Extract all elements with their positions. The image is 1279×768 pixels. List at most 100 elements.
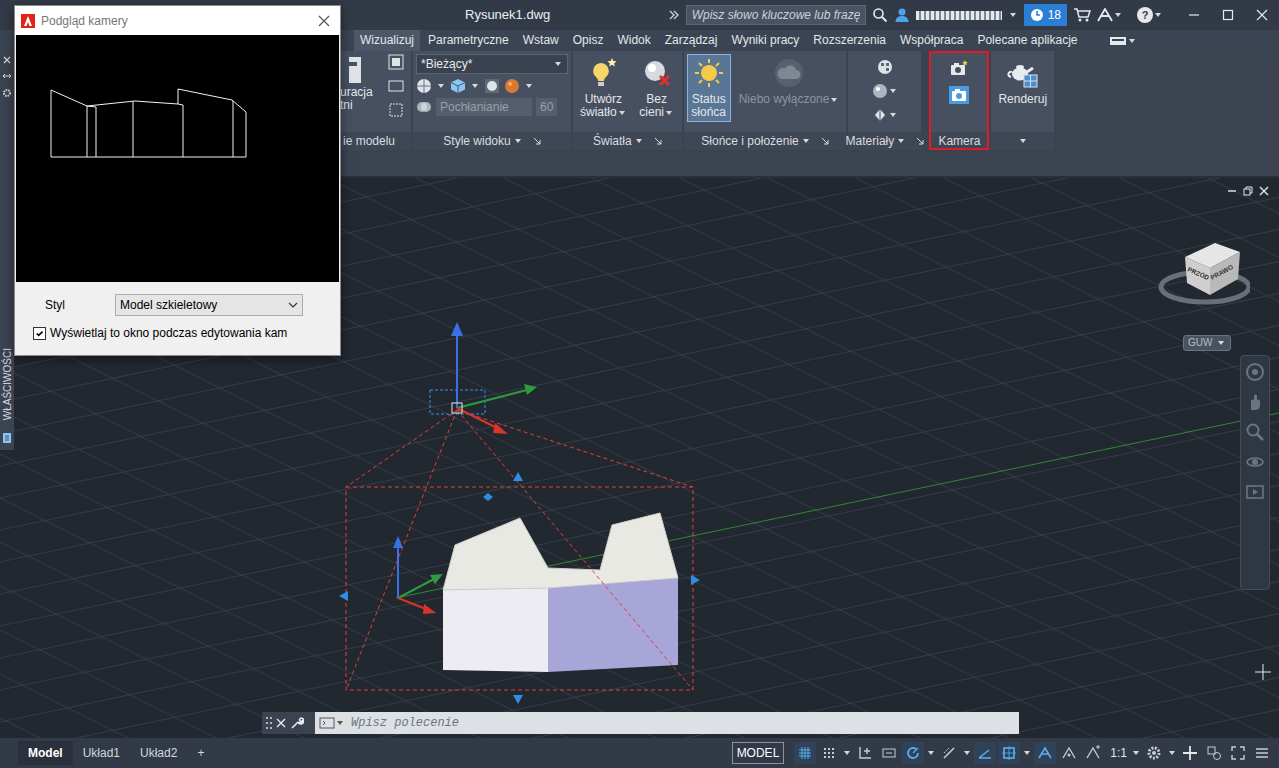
dropdown-arrow-icon[interactable] [1010,13,1016,17]
cube-icon[interactable] [450,78,466,94]
drafting-toggle-icon[interactable] [938,742,960,764]
xray-toggle-icon[interactable] [416,99,432,115]
solid-model[interactable] [443,513,678,672]
drafting-toggle-icon[interactable] [878,742,900,764]
dropdown-arrow-icon[interactable] [1218,341,1224,345]
close-icon[interactable] [1245,0,1279,30]
dropdown-arrow-icon[interactable] [1020,139,1026,143]
dropdown-arrow-icon[interactable] [337,721,343,725]
dropdown-arrow-icon[interactable] [890,89,896,93]
ribbon-tab[interactable]: Parametryczne [422,30,515,51]
isolate-objects-icon[interactable] [1203,742,1225,764]
command-input[interactable] [349,713,1015,733]
ribbon-tab[interactable]: Wyniki pracy [725,30,805,51]
dialog-launcher-icon[interactable] [821,137,829,145]
dropdown-arrow-icon[interactable] [1169,751,1175,755]
dialog-launcher-icon[interactable] [654,137,662,145]
recent-commands[interactable] [319,717,345,729]
navigation-bar[interactable] [1240,355,1270,590]
dropdown-arrow-icon[interactable] [515,139,521,143]
showmotion-icon[interactable] [1245,482,1265,502]
dialog-launcher-icon[interactable] [533,137,541,145]
viewcube[interactable]: PRZÓDPRAWO [1150,235,1250,315]
layout-tab[interactable]: Układ1 [73,741,130,765]
ucs-gizmo[interactable] [393,536,443,614]
model-space-button[interactable]: MODEL [732,742,785,764]
camera-glyph[interactable] [430,322,537,434]
camera-preview-window[interactable]: Podgląd kameryStylModel szkieletowyWyświ… [14,5,341,356]
preview-title-bar[interactable]: Podgląd kamery [15,6,340,35]
drafting-toggle-icon[interactable] [1034,742,1056,764]
drafting-toggle-icon[interactable] [1082,742,1104,764]
palette-settings-icon[interactable] [2,88,12,98]
region-icon[interactable] [388,78,404,94]
materials-browser[interactable] [877,59,893,75]
palette-close-icon[interactable] [3,56,11,64]
ribbon-tab[interactable]: Widok [611,30,656,51]
viewport-minimize-icon[interactable] [1227,186,1237,196]
drafting-toggle-icon[interactable] [818,742,840,764]
grip-icon[interactable] [266,716,272,730]
dropdown-arrow-icon[interactable] [831,98,837,102]
annotation-monitor-icon[interactable] [1179,742,1201,764]
maximize-icon[interactable] [1211,0,1245,30]
drafting-toggle-icon[interactable] [974,742,996,764]
ribbon-button[interactable]: Utwórzświatło [576,54,631,122]
viewport-close-icon[interactable] [1259,186,1269,196]
shaded-sphere-icon[interactable] [484,78,500,94]
autodesk-menu[interactable] [1097,8,1123,22]
dropdown-arrow-icon[interactable] [803,139,809,143]
search-icon[interactable] [872,7,888,23]
ribbon-button[interactable]: Bezcieni [635,54,679,122]
ribbon-tab[interactable]: Opisz [567,30,610,51]
dropdown-arrow-icon[interactable] [666,111,672,115]
minimize-icon[interactable] [1177,0,1211,30]
search-field[interactable] [686,5,866,25]
cart-icon[interactable] [1073,7,1091,23]
ribbon-button[interactable]: uracjatni [340,54,373,129]
right-face-label[interactable]: PRAWO [1209,263,1234,281]
visual-style-dropdown[interactable]: *Bieżący* [416,54,568,74]
visual-style-select[interactable]: Model szkieletowy [115,294,303,316]
material-sphere-icon[interactable] [504,78,520,94]
drafting-toggle-icon[interactable] [902,742,924,764]
material-mapping[interactable] [872,107,898,123]
pan-icon[interactable] [1245,392,1265,412]
workspace-gear-icon[interactable] [1143,742,1165,764]
notifications-badge[interactable]: 18 [1024,4,1067,26]
camera-frustum[interactable] [346,410,693,690]
ribbon-tab[interactable]: Polecane aplikacje [971,30,1083,51]
dropdown-arrow-icon[interactable] [1129,39,1135,43]
customize-menu-icon[interactable] [1251,742,1273,764]
user-name-redacted[interactable] [916,11,1002,20]
dropdown-arrow-icon[interactable] [555,62,561,66]
help-button[interactable]: ? [1137,7,1153,23]
dialog-launcher-icon[interactable] [916,137,924,145]
dropdown-arrow-icon[interactable] [472,84,478,88]
drafting-toggle-icon[interactable] [854,742,876,764]
dropdown-arrow-icon[interactable] [964,751,970,755]
show-while-editing-checkbox[interactable] [33,327,46,340]
drafting-toggle-icon[interactable] [998,742,1020,764]
command-input-area[interactable] [315,712,1019,734]
dropdown-arrow-icon[interactable] [1155,13,1161,17]
palette-autohide-icon[interactable] [2,72,12,80]
ribbon-button[interactable]: Niebo wyłączone [735,54,844,109]
command-line[interactable] [262,712,1019,734]
drafting-toggle-icon[interactable] [794,742,816,764]
clean-screen-icon[interactable] [1227,742,1249,764]
command-line-grip[interactable] [262,712,315,734]
dropdown-arrow-icon[interactable] [898,139,904,143]
expand-chevron-icon[interactable] [668,9,680,21]
layout-tab[interactable]: Model [18,741,73,765]
annotation-scale[interactable]: 1:1 [1106,744,1141,762]
help-menu[interactable]: ? [1137,7,1163,23]
zoom-extents-icon[interactable] [388,54,404,70]
zoom-icon[interactable] [1245,422,1265,442]
dropdown-arrow-icon[interactable] [844,751,850,755]
create-camera-icon[interactable] [949,59,969,77]
frustum-grips[interactable] [339,472,700,704]
user-icon[interactable] [894,7,910,23]
dropdown-arrow-icon[interactable] [890,113,896,117]
drafting-toggle-icon[interactable] [1058,742,1080,764]
